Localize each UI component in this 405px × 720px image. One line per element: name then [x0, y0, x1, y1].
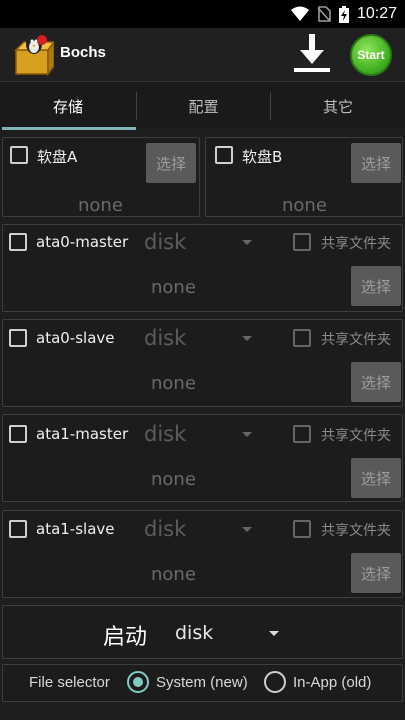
- ata0-master-choose-button[interactable]: 选择: [351, 266, 401, 306]
- floppy-b-panel: 软盘B 选择 none: [205, 137, 403, 217]
- tab-other[interactable]: 其它: [271, 82, 405, 130]
- floppy-a-checkbox[interactable]: [10, 146, 28, 164]
- bochs-logo-icon: [14, 34, 54, 76]
- file-selector-inapp-radio[interactable]: [264, 671, 286, 693]
- floppy-a-label: 软盘A: [37, 148, 78, 166]
- floppy-a-choose-button[interactable]: 选择: [146, 143, 196, 183]
- floppy-a-value: none: [78, 195, 123, 216]
- ata1-slave-type-select[interactable]: disk: [144, 517, 186, 541]
- ata1-master-value: none: [151, 469, 196, 490]
- file-selector-system-radio[interactable]: [127, 671, 149, 693]
- floppy-a-panel: 软盘A 选择 none: [2, 137, 200, 217]
- tab-config[interactable]: 配置: [137, 82, 270, 130]
- ata1-master-shared-checkbox[interactable]: [293, 425, 311, 443]
- ata0-slave-shared-checkbox[interactable]: [293, 329, 311, 347]
- chevron-down-icon: [242, 432, 252, 437]
- ata1-master-shared-label: 共享文件夹: [321, 428, 391, 444]
- ata0-slave-panel: ata0-slave disk 共享文件夹 none 选择: [2, 319, 403, 407]
- ata0-master-panel: ata0-master disk 共享文件夹 none 选择: [2, 224, 403, 312]
- boot-panel: 启动 disk: [2, 605, 403, 659]
- chevron-down-icon: [242, 527, 252, 532]
- tab-bar: 存储 配置 其它: [0, 81, 405, 130]
- floppy-b-checkbox[interactable]: [215, 146, 233, 164]
- boot-label: 启动: [103, 625, 148, 650]
- ata0-master-type-select[interactable]: disk: [144, 230, 186, 254]
- chevron-down-icon: [242, 240, 252, 245]
- floppy-b-value: none: [282, 195, 327, 216]
- tab-indicator: [2, 127, 136, 130]
- status-bar: 10:27: [0, 0, 405, 28]
- ata1-master-choose-button[interactable]: 选择: [351, 458, 401, 498]
- battery-charging-icon: [338, 5, 349, 23]
- ata0-master-value: none: [151, 277, 196, 298]
- ata1-slave-shared-checkbox[interactable]: [293, 520, 311, 538]
- floppy-b-label: 软盘B: [242, 148, 283, 166]
- start-button[interactable]: Start: [350, 34, 392, 76]
- ata1-slave-label: ata1-slave: [36, 520, 115, 538]
- ata1-slave-panel: ata1-slave disk 共享文件夹 none 选择: [2, 510, 403, 598]
- ata1-slave-checkbox[interactable]: [9, 520, 27, 538]
- chevron-down-icon: [269, 631, 279, 636]
- boot-device-select[interactable]: disk: [175, 622, 213, 644]
- ata0-slave-checkbox[interactable]: [9, 329, 27, 347]
- ata0-master-label: ata0-master: [36, 233, 129, 251]
- ata0-slave-type-select[interactable]: disk: [144, 326, 186, 350]
- download-icon[interactable]: [292, 32, 332, 74]
- ata0-slave-choose-button[interactable]: 选择: [351, 362, 401, 402]
- ata0-master-checkbox[interactable]: [9, 233, 27, 251]
- wifi-icon: [290, 6, 309, 21]
- ata0-master-shared-checkbox[interactable]: [293, 233, 311, 251]
- app-bar: Bochs Start: [0, 28, 405, 80]
- file-selector-inapp-label[interactable]: In-App (old): [293, 674, 371, 691]
- file-selector-label: File selector: [29, 674, 110, 691]
- file-selector-panel: File selector System (new) In-App (old): [2, 664, 403, 702]
- ata1-master-checkbox[interactable]: [9, 425, 27, 443]
- ata1-master-label: ata1-master: [36, 425, 129, 443]
- floppy-b-choose-button[interactable]: 选择: [351, 143, 401, 183]
- status-time: 10:27: [356, 5, 397, 22]
- ata0-slave-shared-label: 共享文件夹: [321, 332, 391, 348]
- ata0-master-shared-label: 共享文件夹: [321, 236, 391, 252]
- ata1-master-panel: ata1-master disk 共享文件夹 none 选择: [2, 414, 403, 502]
- ata1-slave-choose-button[interactable]: 选择: [351, 553, 401, 593]
- file-selector-system-label[interactable]: System (new): [156, 674, 248, 691]
- tab-storage[interactable]: 存储: [0, 82, 136, 130]
- ata1-slave-value: none: [151, 564, 196, 585]
- ata1-slave-shared-label: 共享文件夹: [321, 523, 391, 539]
- no-sim-icon: [317, 6, 331, 22]
- ata1-master-type-select[interactable]: disk: [144, 422, 186, 446]
- chevron-down-icon: [242, 336, 252, 341]
- ata0-slave-value: none: [151, 373, 196, 394]
- app-title: Bochs: [60, 44, 106, 61]
- ata0-slave-label: ata0-slave: [36, 329, 115, 347]
